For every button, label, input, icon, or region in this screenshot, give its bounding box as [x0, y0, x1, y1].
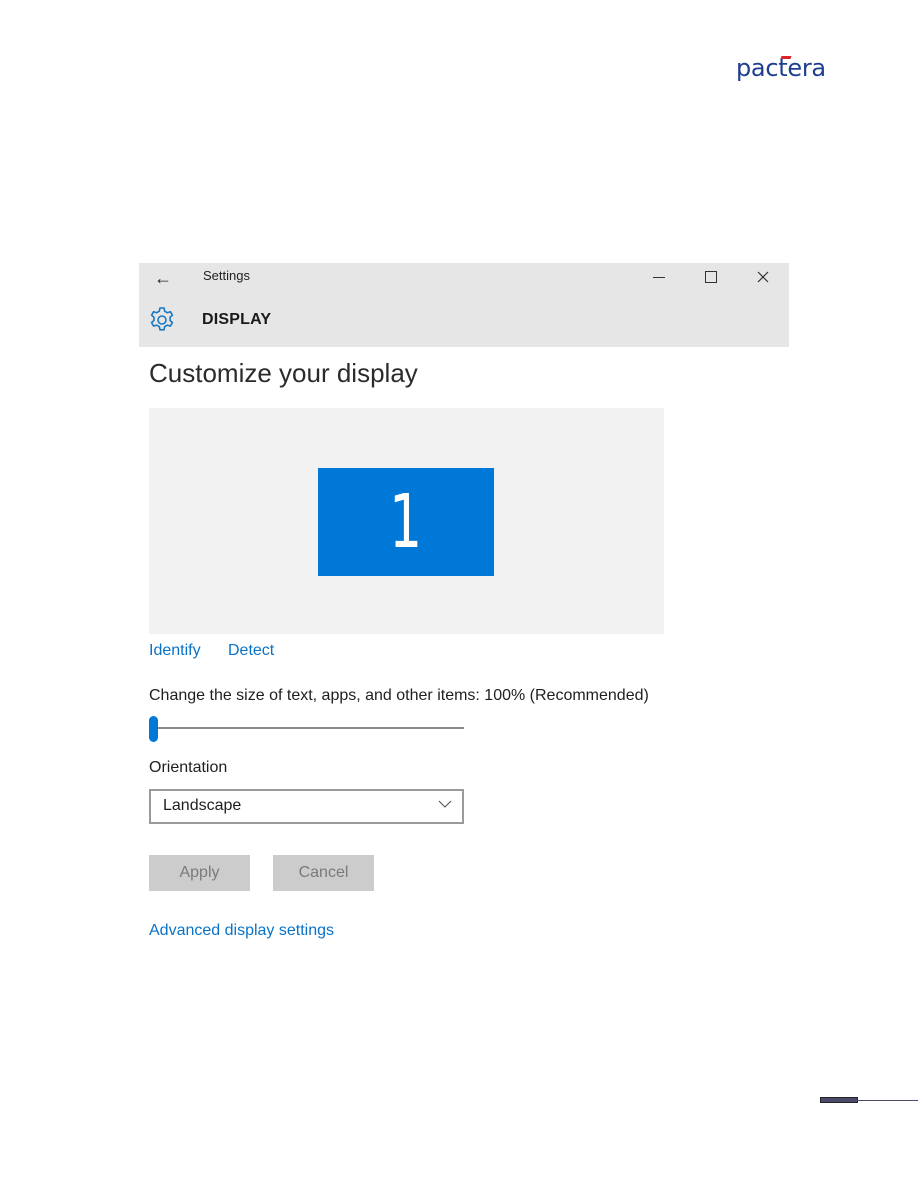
pactera-logo: pactera	[736, 50, 826, 84]
maximize-icon	[705, 271, 717, 283]
display-preview: 1	[149, 408, 664, 634]
chevron-down-icon	[438, 800, 452, 808]
slider-thumb[interactable]	[149, 716, 158, 742]
page-footer-bar	[820, 1097, 858, 1103]
monitor-number: 1	[389, 479, 423, 565]
maximize-button[interactable]	[696, 265, 726, 289]
detect-link[interactable]: Detect	[228, 642, 274, 660]
minimize-icon	[653, 276, 665, 278]
back-button[interactable]: ←	[152, 267, 174, 289]
window-title: Settings	[203, 268, 250, 283]
orientation-label: Orientation	[149, 759, 228, 776]
apply-button[interactable]: Apply	[149, 855, 250, 891]
settings-window: ← Settings DISPLAY	[139, 263, 789, 347]
identify-link[interactable]: Identify	[149, 642, 201, 660]
title-bar: ← Settings DISPLAY	[139, 263, 789, 347]
scale-slider[interactable]	[149, 714, 465, 742]
scale-label: Change the size of text, apps, and other…	[149, 687, 649, 704]
arrow-left-icon: ←	[154, 268, 172, 288]
monitor-1[interactable]: 1	[318, 468, 494, 576]
section-title: DISPLAY	[202, 311, 272, 328]
cancel-button[interactable]: Cancel	[273, 855, 374, 891]
advanced-display-settings-link[interactable]: Advanced display settings	[149, 922, 334, 940]
close-icon	[757, 271, 769, 283]
minimize-button[interactable]	[644, 265, 674, 289]
gear-icon	[150, 307, 174, 331]
orientation-dropdown[interactable]: Landscape	[149, 789, 464, 824]
logo-flag-icon	[780, 56, 792, 59]
close-button[interactable]	[748, 265, 778, 289]
page-footer-line	[857, 1100, 918, 1101]
orientation-value: Landscape	[163, 797, 242, 814]
slider-track[interactable]	[153, 727, 464, 729]
page-heading: Customize your display	[149, 358, 418, 388]
